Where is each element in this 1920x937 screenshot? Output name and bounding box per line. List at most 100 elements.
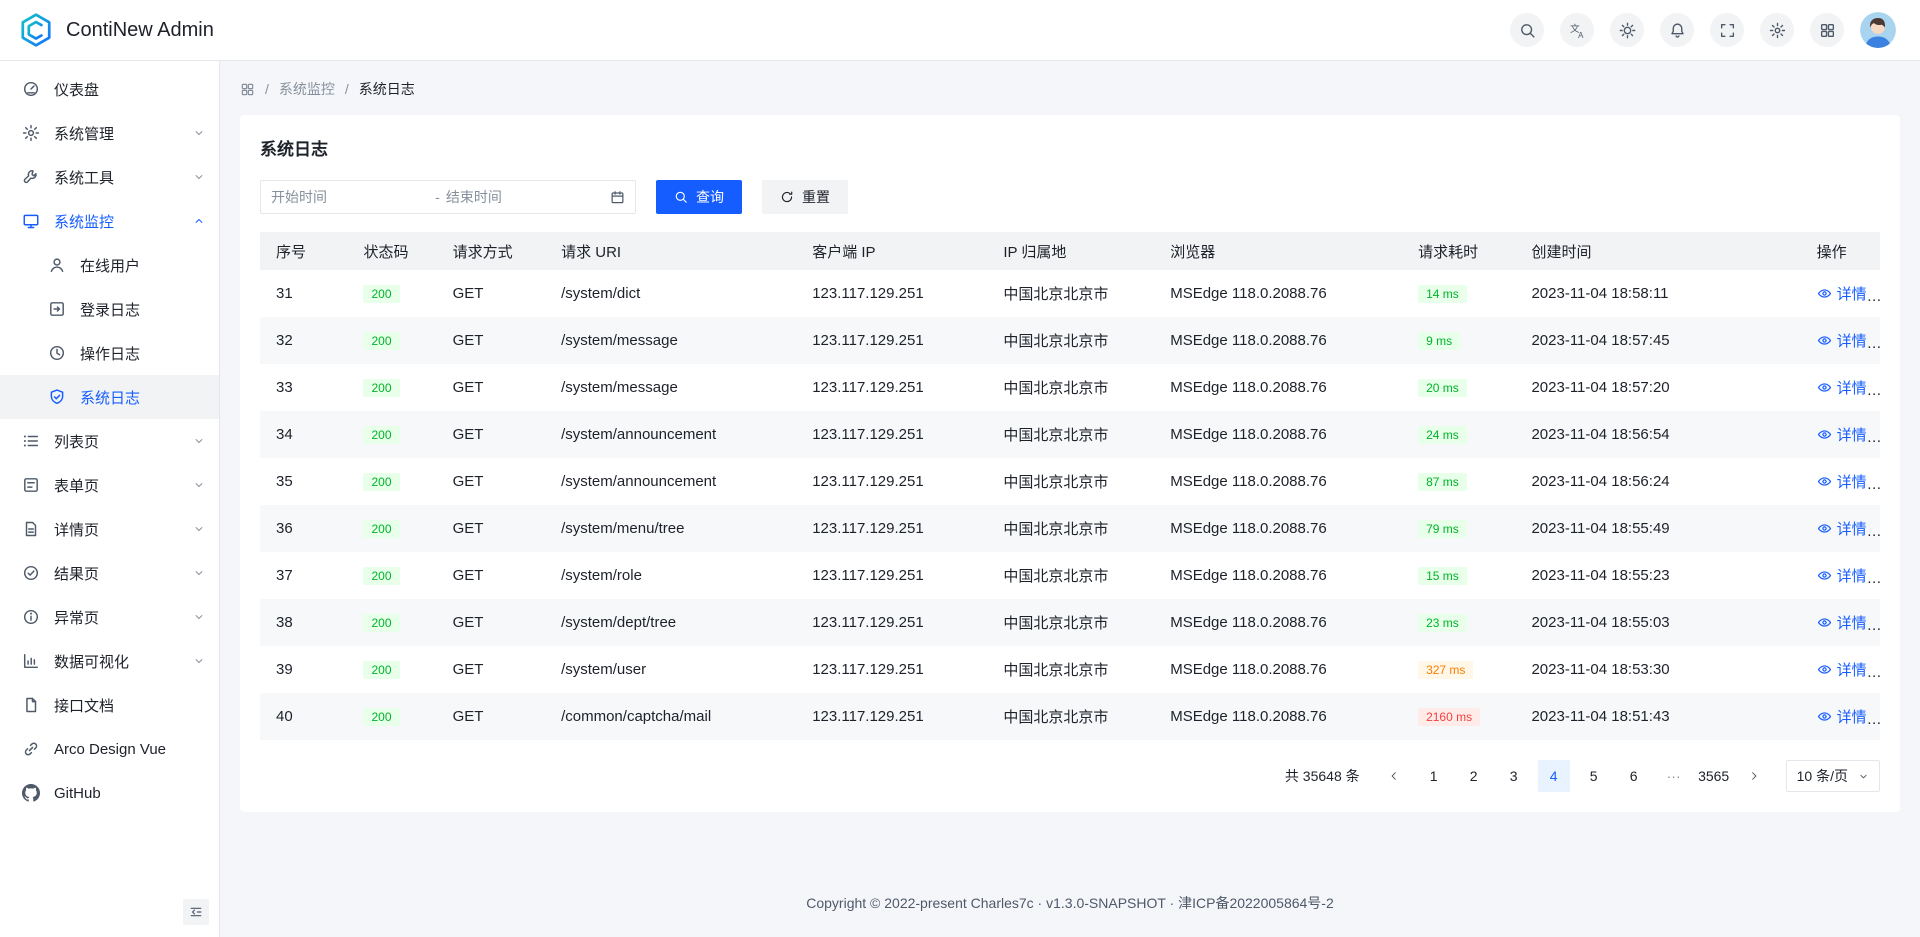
range-separator: - [435,189,440,205]
apps-button[interactable] [1810,13,1844,47]
cell-ip: 123.117.129.251 [796,411,987,458]
sidebar-item-detail-page[interactable]: 详情页 [0,507,219,551]
notifications-button[interactable] [1660,13,1694,47]
duration-badge: 79 ms [1418,520,1467,538]
column-header: 创建时间 [1515,232,1800,270]
duration-badge: 20 ms [1418,379,1467,397]
app-root: ContiNew Admin 文A 仪表盘系统管理系统工具系统监控在线用户登录日… [0,0,1920,937]
detail-link[interactable]: 详情 [1817,706,1867,727]
sidebar-item-api-docs[interactable]: 接口文档 [0,683,219,727]
sidebar-item-label: 登录日志 [80,299,140,320]
status-badge: 200 [363,520,399,538]
settings-button[interactable] [1760,13,1794,47]
pagination-page-1[interactable]: 1 [1418,760,1450,792]
sidebar-item-list-page[interactable]: 列表页 [0,419,219,463]
translate-button[interactable]: 文A [1560,13,1594,47]
pagination-page-2[interactable]: 2 [1458,760,1490,792]
sidebar-item-result-page[interactable]: 结果页 [0,551,219,595]
cell-browser: MSEdge 118.0.2088.76 [1154,411,1402,458]
sidebar-item-system-management[interactable]: 系统管理 [0,111,219,155]
chevron-left-icon [1388,770,1400,782]
cell-browser: MSEdge 118.0.2088.76 [1154,599,1402,646]
sidebar-item-system-monitor[interactable]: 系统监控 [0,199,219,243]
cell-location: 中国北京北京市 [987,646,1154,693]
reset-button[interactable]: 重置 [762,180,848,214]
sidebar-item-label: 仪表盘 [54,79,99,100]
detail-link[interactable]: 详情 [1817,424,1867,445]
apps-grid-icon[interactable] [240,82,255,97]
logo[interactable]: ContiNew Admin [18,12,214,48]
cell-no: 36 [260,505,347,552]
pagination-prev-button[interactable] [1378,760,1410,792]
sidebar-collapse-button[interactable] [183,899,209,925]
detail-link[interactable]: 详情 [1817,283,1867,304]
cell-uri: /common/captcha/mail [545,693,796,740]
duration-badge: 23 ms [1418,614,1467,632]
search-button[interactable]: 查询 [656,180,742,214]
date-range-picker[interactable]: - [260,180,636,214]
avatar[interactable] [1860,12,1896,48]
pagination: 共 35648 条 123456···3565 10 条/页 [260,760,1880,792]
detail-link[interactable]: 详情 [1817,330,1867,351]
header-icon-group: 文A [1510,13,1844,47]
pagination-page-6[interactable]: 6 [1618,760,1650,792]
sidebar-item-github[interactable]: GitHub [0,771,219,815]
pagination-page-3[interactable]: 3 [1498,760,1530,792]
eye-icon [1817,474,1832,489]
chevron-down-icon [193,611,205,623]
sidebar-item-label: GitHub [54,785,101,802]
detail-link[interactable]: 详情 [1817,518,1867,539]
pagination-page-3565[interactable]: 3565 [1698,760,1730,792]
detail-link[interactable]: 详情 [1817,471,1867,492]
sidebar-item-system-logs[interactable]: 系统日志 [0,375,219,419]
status-badge: 200 [363,708,399,726]
sidebar-item-form-page[interactable]: 表单页 [0,463,219,507]
eye-icon [1817,427,1832,442]
sidebar-item-login-logs[interactable]: 登录日志 [0,287,219,331]
search-button[interactable] [1510,13,1544,47]
detail-link[interactable]: 详情 [1817,659,1867,680]
sidebar-item-label: 列表页 [54,431,99,452]
detail-link[interactable]: 详情 [1817,612,1867,633]
pagination-page-4[interactable]: 4 [1538,760,1570,792]
cell-method: GET [437,552,546,599]
pagination-page-5[interactable]: 5 [1578,760,1610,792]
sidebar-item-exception-page[interactable]: 异常页 [0,595,219,639]
cell-no: 40 [260,693,347,740]
cell-created: 2023-11-04 18:51:43 [1515,693,1800,740]
sidebar-item-operation-logs[interactable]: 操作日志 [0,331,219,375]
detail-link[interactable]: 详情 [1817,565,1867,586]
end-date-input[interactable] [446,189,604,205]
sidebar-item-data-visualization[interactable]: 数据可视化 [0,639,219,683]
settings-icon [22,124,40,142]
fullscreen-button[interactable] [1710,13,1744,47]
cell-no: 39 [260,646,347,693]
user-icon [48,256,66,274]
sidebar-item-system-tools[interactable]: 系统工具 [0,155,219,199]
search-icon [674,190,688,204]
breadcrumb-item-monitor[interactable]: 系统监控 [279,79,335,99]
detail-link[interactable]: 详情 [1817,377,1867,398]
pagination-next-button[interactable] [1738,760,1770,792]
cell-method: GET [437,317,546,364]
fullscreen-icon [1719,22,1736,39]
cell-created: 2023-11-04 18:57:45 [1515,317,1800,364]
cell-no: 34 [260,411,347,458]
pagination-ellipsis[interactable]: ··· [1658,760,1690,792]
sidebar-item-online-users[interactable]: 在线用户 [0,243,219,287]
sidebar-item-arco-design-vue[interactable]: Arco Design Vue [0,727,219,771]
start-date-input[interactable] [271,189,429,205]
page-size-select[interactable]: 10 条/页 [1786,760,1880,792]
list-icon [22,432,40,450]
table-header-row: 序号状态码请求方式请求 URI客户端 IPIP 归属地浏览器请求耗时创建时间操作 [260,232,1880,270]
history-icon [48,344,66,362]
cell-ip: 123.117.129.251 [796,505,987,552]
duration-badge: 87 ms [1418,473,1467,491]
sidebar-item-dashboard[interactable]: 仪表盘 [0,67,219,111]
theme-button[interactable] [1610,13,1644,47]
eye-icon [1817,521,1832,536]
cell-location: 中国北京北京市 [987,458,1154,505]
bell-icon [1669,22,1686,39]
cell-no: 38 [260,599,347,646]
content-card: 系统日志 - 查询 重置 [240,115,1900,812]
